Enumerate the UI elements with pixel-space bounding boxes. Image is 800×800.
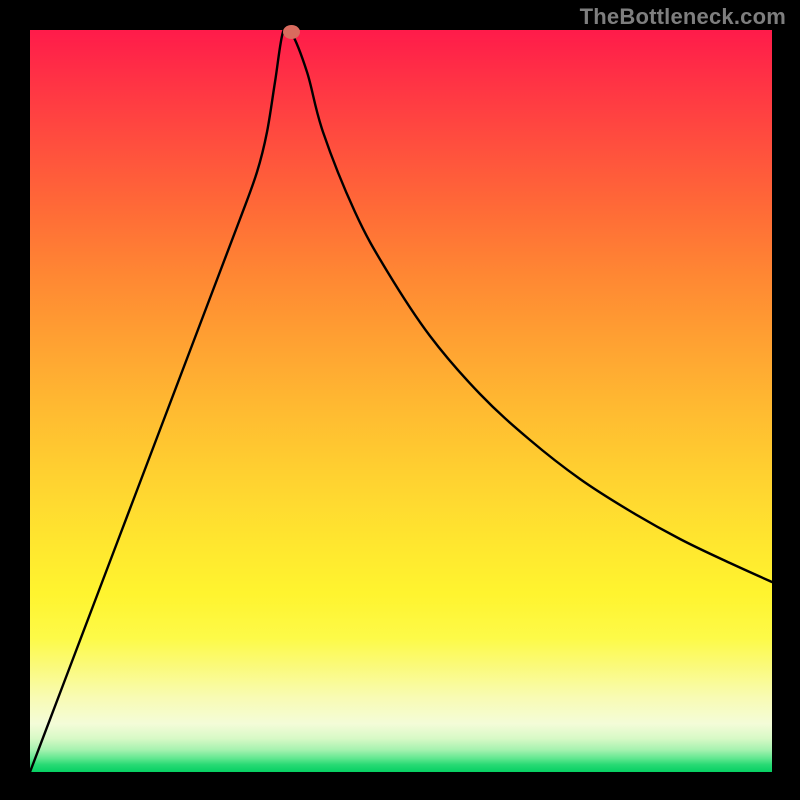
bottleneck-curve (30, 26, 772, 772)
minimum-marker (283, 25, 300, 39)
chart-frame: TheBottleneck.com (0, 0, 800, 800)
curve-layer (30, 30, 772, 772)
attribution-text: TheBottleneck.com (580, 4, 786, 30)
plot-area (30, 30, 772, 772)
